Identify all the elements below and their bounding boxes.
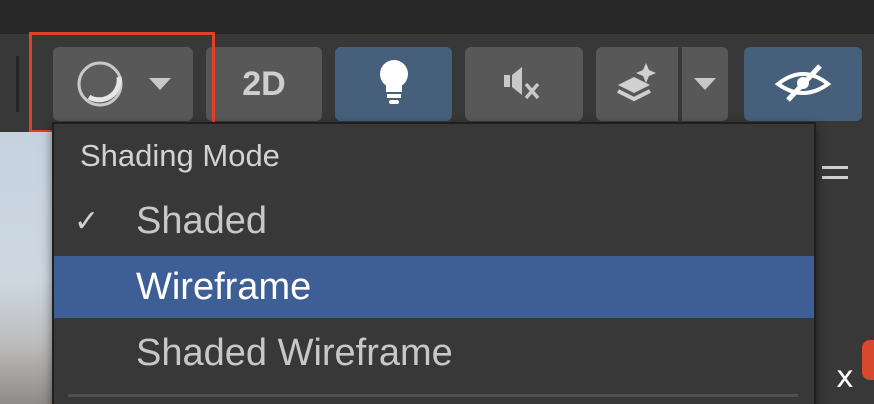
- menu-item-label: Shaded Wireframe: [136, 331, 453, 374]
- menu-header: Shading Mode: [80, 138, 280, 173]
- axis-x-label: x: [836, 360, 854, 395]
- menu-item-shaded[interactable]: ✓ Shaded: [54, 190, 814, 252]
- chevron-down-icon: [694, 78, 716, 90]
- eye-hidden-icon: [774, 62, 832, 107]
- shading-mode-menu: Shading Mode ✓ Shaded Wireframe Shaded W…: [52, 122, 816, 404]
- lightbulb-icon: [376, 58, 412, 111]
- 2d-label: 2D: [242, 64, 286, 103]
- chevron-down-icon: [149, 78, 171, 90]
- menu-item-shaded-wireframe[interactable]: Shaded Wireframe: [54, 322, 814, 384]
- effects-dropdown-button[interactable]: [682, 47, 728, 121]
- effects-layers-icon: [614, 61, 660, 108]
- hamburger-icon[interactable]: [822, 166, 848, 186]
- scene-gizmo-x-handle[interactable]: [862, 340, 874, 380]
- shading-mode-button[interactable]: [53, 47, 193, 121]
- menu-item-label: Wireframe: [136, 265, 312, 308]
- title-strip: [0, 0, 874, 34]
- toolbar-grip[interactable]: [16, 56, 19, 112]
- sphere-shaded-icon: [75, 59, 125, 109]
- scene-view-window: 2D x Shading Mode ✓ Shaded Wireframe Sha…: [0, 0, 874, 404]
- menu-separator: [68, 394, 798, 397]
- effects-toggle-button[interactable]: [596, 47, 678, 121]
- audio-mute-icon: [502, 62, 546, 107]
- audio-toggle-button[interactable]: [465, 47, 583, 121]
- lighting-toggle-button[interactable]: [335, 47, 452, 121]
- scene-visibility-toggle-button[interactable]: [744, 47, 862, 121]
- menu-item-wireframe[interactable]: Wireframe: [54, 256, 814, 318]
- 2d-toggle-button[interactable]: 2D: [206, 47, 322, 121]
- menu-item-label: Shaded: [136, 199, 268, 242]
- checkmark-icon: ✓: [74, 204, 100, 238]
